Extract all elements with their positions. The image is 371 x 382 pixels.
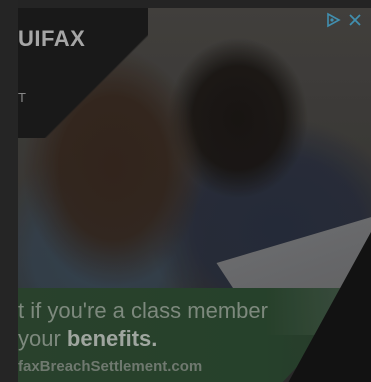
headline-line-1: t if you're a class member xyxy=(18,298,268,323)
ad-top-strip xyxy=(18,0,371,8)
ad-banner[interactable]: UIFAX T t if you're a class member your … xyxy=(18,0,371,382)
headline-line-2-bold: benefits. xyxy=(66,326,158,351)
adchoices-icon[interactable] xyxy=(325,12,341,28)
brand-subtext: T xyxy=(18,90,26,105)
ad-url[interactable]: faxBreachSettlement.com xyxy=(18,358,202,375)
close-icon[interactable] xyxy=(347,12,363,28)
headline-line-2: your benefits. xyxy=(18,326,157,352)
ad-controls xyxy=(325,12,363,28)
headline-line-2-prefix: your xyxy=(18,326,67,351)
brand-logo: UIFAX xyxy=(18,26,86,51)
